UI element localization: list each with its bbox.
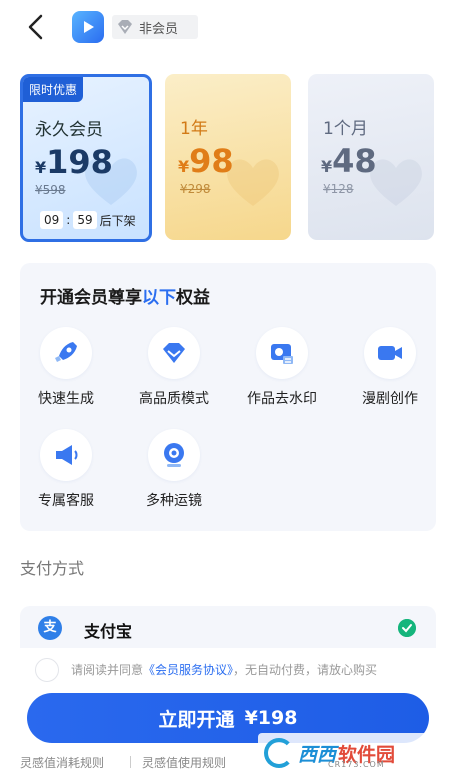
vip-diamond-icon bbox=[118, 20, 132, 34]
benefit-label: 漫剧创作 bbox=[362, 391, 418, 407]
price-value: 198 bbox=[46, 143, 113, 181]
member-status-text: 非会员 bbox=[139, 21, 179, 37]
benefits-panel: 开通会员尊享以下权益 快速生成 高品质模式 作品去水印 漫剧创作 专属客服 多种… bbox=[20, 263, 436, 531]
benefits-title-suffix: 权益 bbox=[176, 288, 210, 308]
header: 非会员 bbox=[0, 0, 456, 56]
plan-name: 1年 bbox=[180, 119, 208, 139]
benefit-camera-moves: 多种运镜 bbox=[122, 429, 226, 510]
payment-method-name: 支付宝 bbox=[84, 622, 133, 641]
benefit-label: 作品去水印 bbox=[247, 391, 317, 407]
limited-offer-tag: 限时优惠 bbox=[23, 77, 84, 102]
plan-card-yearly[interactable]: 1年 ¥98 ¥298 bbox=[165, 74, 291, 240]
activate-label: 立即开通 bbox=[158, 708, 235, 731]
back-arrow-icon[interactable] bbox=[22, 12, 52, 42]
benefit-label: 多种运镜 bbox=[146, 493, 202, 509]
diamond-icon bbox=[148, 327, 200, 379]
logo-ring-icon bbox=[264, 738, 294, 768]
inspiration-usage-rules-link[interactable]: 灵感值使用规则 bbox=[142, 754, 226, 771]
inspiration-consumption-rules-link[interactable]: 灵感值消耗规则 bbox=[20, 754, 104, 771]
original-price: ¥298 bbox=[180, 182, 211, 196]
agreement-text: 请阅读并同意《会员服务协议》，无自动付费，请放心购买 bbox=[71, 661, 377, 678]
watermark-removal-icon bbox=[256, 327, 308, 379]
currency-symbol: ¥ bbox=[321, 157, 333, 176]
app-logo bbox=[72, 11, 104, 43]
plan-card-lifetime[interactable]: 限时优惠 永久会员 ¥198 ¥598 09 : 59 后下架 bbox=[20, 74, 152, 242]
original-price: ¥128 bbox=[323, 182, 354, 196]
service-agreement-link[interactable]: 《会员服务协议》 bbox=[143, 663, 233, 677]
rocket-icon bbox=[40, 327, 92, 379]
benefit-label: 快速生成 bbox=[38, 391, 94, 407]
countdown-hours: 09 bbox=[40, 211, 64, 229]
megaphone-icon bbox=[40, 429, 92, 481]
benefit-high-quality: 高品质模式 bbox=[122, 327, 226, 408]
plan-price: ¥98 bbox=[178, 142, 234, 180]
plan-name: 1个月 bbox=[323, 119, 368, 139]
plan-price: ¥48 bbox=[321, 142, 377, 180]
member-status-badge: 非会员 bbox=[112, 15, 198, 39]
benefit-remove-watermark: 作品去水印 bbox=[230, 327, 334, 408]
plan-name: 永久会员 bbox=[35, 120, 103, 140]
agreement-suffix: ，无自动付费，请放心购买 bbox=[233, 663, 378, 677]
play-icon bbox=[84, 21, 94, 33]
benefit-label: 高品质模式 bbox=[139, 391, 209, 407]
check-icon bbox=[398, 619, 416, 637]
camera-lens-icon bbox=[148, 429, 200, 481]
countdown-separator: : bbox=[66, 213, 71, 227]
countdown-suffix: 后下架 bbox=[99, 213, 136, 228]
original-price: ¥598 bbox=[35, 183, 66, 197]
plan-options: 限时优惠 永久会员 ¥198 ¥598 09 : 59 后下架 1年 ¥98 ¥… bbox=[20, 74, 436, 242]
countdown-timer: 09 : 59 后下架 bbox=[40, 211, 136, 229]
payment-method-alipay[interactable]: 支 支付宝 bbox=[20, 606, 436, 650]
benefit-comic-creation: 漫剧创作 bbox=[338, 327, 442, 408]
currency-symbol: ¥ bbox=[178, 157, 190, 176]
price-value: 48 bbox=[332, 142, 377, 180]
benefits-title: 开通会员尊享以下权益 bbox=[40, 283, 210, 308]
benefits-title-highlight: 以下 bbox=[142, 288, 176, 308]
plan-card-monthly[interactable]: 1个月 ¥48 ¥128 bbox=[308, 74, 434, 240]
benefit-customer-service: 专属客服 bbox=[14, 429, 118, 510]
price-value: 98 bbox=[189, 142, 234, 180]
payment-section-title: 支付方式 bbox=[20, 559, 85, 578]
watermark-url: CR173.COM bbox=[328, 760, 385, 769]
plan-price: ¥198 bbox=[35, 143, 113, 181]
benefits-title-prefix: 开通会员尊享 bbox=[40, 288, 142, 308]
video-camera-icon bbox=[364, 327, 416, 379]
activate-price: ¥198 bbox=[244, 707, 298, 729]
currency-symbol: ¥ bbox=[35, 158, 47, 177]
footer-divider bbox=[130, 756, 131, 768]
site-watermark-logo: 西西 软件园 CR173.COM bbox=[258, 733, 444, 773]
alipay-icon: 支 bbox=[38, 616, 62, 640]
agreement-row: 请阅读并同意《会员服务协议》，无自动付费，请放心购买 bbox=[0, 648, 456, 688]
agreement-prefix: 请阅读并同意 bbox=[71, 663, 144, 677]
benefit-label: 专属客服 bbox=[38, 493, 94, 509]
countdown-minutes: 59 bbox=[73, 211, 97, 229]
benefit-fast-generate: 快速生成 bbox=[14, 327, 118, 408]
agreement-checkbox[interactable] bbox=[35, 658, 59, 682]
